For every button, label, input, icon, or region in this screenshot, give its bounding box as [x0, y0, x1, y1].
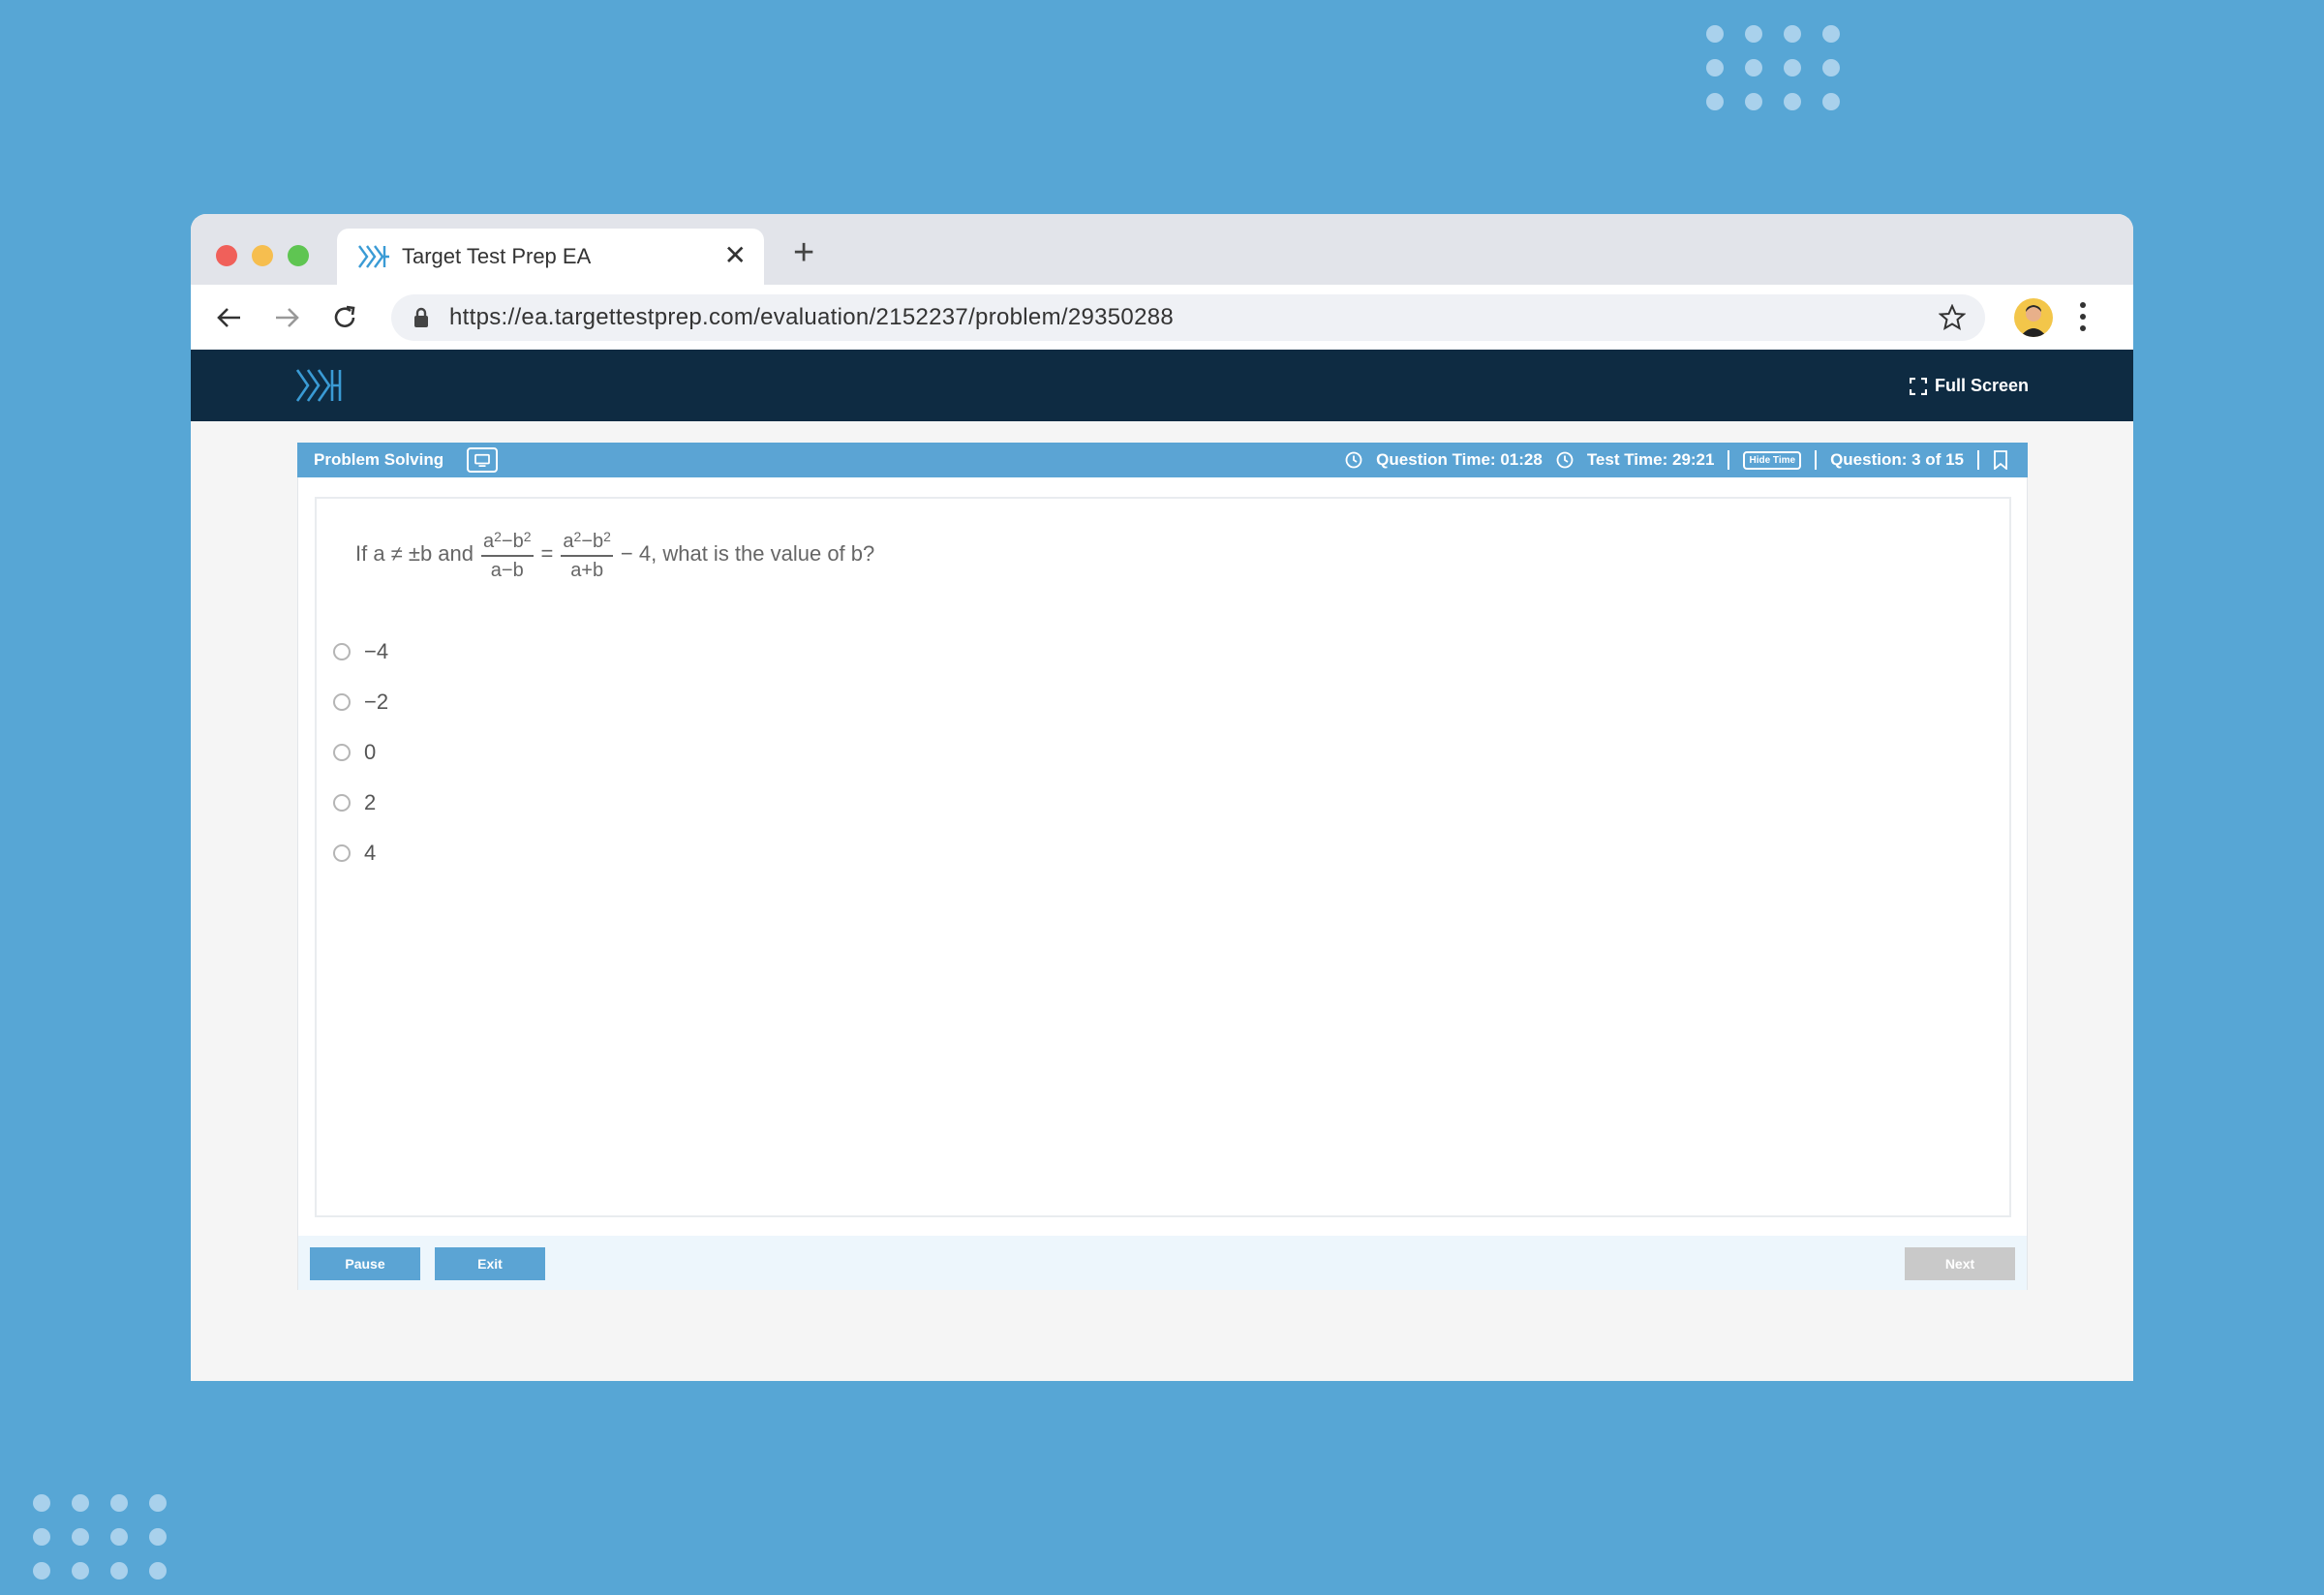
question-container: Problem Solving Question Time: 01:28 Tes… — [297, 443, 2028, 1290]
timer-group: Question Time: 01:28 Test Time: 29:21 Hi… — [1345, 443, 2008, 477]
question-time: Question Time: 01:28 — [1376, 450, 1543, 469]
frac-term: −b — [501, 531, 524, 552]
exponent: 2 — [494, 529, 502, 544]
test-time: Test Time: 29:21 — [1586, 450, 1715, 469]
question-suffix: − 4, what is the value of b? — [620, 540, 875, 566]
radio-button[interactable] — [333, 844, 351, 862]
radio-button[interactable] — [333, 794, 351, 812]
new-tab-icon[interactable]: + — [793, 233, 814, 272]
decorative-dots-top-right — [1706, 25, 1840, 110]
arrow-right-icon — [276, 308, 299, 327]
minimize-window-button[interactable] — [252, 245, 273, 266]
app-header: Full Screen — [191, 350, 2133, 421]
answer-choices: −4 −2 0 2 4 — [333, 627, 388, 878]
answer-choice[interactable]: 0 — [333, 727, 388, 778]
next-button[interactable]: Next — [1905, 1247, 2015, 1280]
divider — [1815, 450, 1818, 470]
clock-icon — [1556, 451, 1574, 469]
browser-menu-icon[interactable] — [2079, 302, 2087, 331]
answer-choice[interactable]: −2 — [333, 677, 388, 727]
expand-icon — [1909, 377, 1927, 395]
frac-term: a — [563, 531, 574, 552]
url-text: https://ea.targettestprep.com/evaluation… — [449, 304, 1175, 330]
answer-choice[interactable]: 4 — [333, 828, 388, 878]
frac-term: −b — [581, 531, 604, 552]
question-bar: Problem Solving Question Time: 01:28 Tes… — [297, 443, 2028, 477]
ttp-logo-icon — [358, 245, 389, 268]
close-window-button[interactable] — [216, 245, 237, 266]
pause-button[interactable]: Pause — [310, 1247, 420, 1280]
reload-icon — [334, 305, 355, 327]
profile-avatar[interactable] — [2014, 298, 2053, 337]
question-panel: If a ≠ ±b and a2−b2 a−b = a2−b2 a+b − 4,… — [297, 477, 2028, 1290]
bookmark-star-icon[interactable] — [1939, 304, 1966, 331]
choice-label: −4 — [364, 639, 389, 663]
frac-denominator: a−b — [490, 560, 524, 581]
frac-term: a — [483, 531, 495, 552]
divider — [1728, 450, 1730, 470]
choice-label: 0 — [364, 740, 377, 764]
tab-close-icon[interactable]: ✕ — [724, 242, 747, 269]
forward-button[interactable] — [267, 298, 306, 337]
question-footer: Pause Exit Next — [298, 1236, 2027, 1290]
clock-icon — [1345, 451, 1362, 469]
question-counter: Question: 3 of 15 — [1830, 450, 1964, 469]
browser-tab[interactable]: Target Test Prep EA ✕ — [337, 229, 764, 285]
browser-window: Target Test Prep EA ✕ + https://ea.targe… — [191, 214, 2133, 1381]
lock-icon — [414, 307, 428, 327]
decorative-dots-bottom-left — [33, 1494, 167, 1580]
browser-toolbar: https://ea.targettestprep.com/evaluation… — [191, 285, 2133, 350]
equals-sign: = — [540, 540, 554, 566]
arrow-left-icon — [217, 308, 240, 327]
exit-button[interactable]: Exit — [435, 1247, 545, 1280]
ttp-logo-icon[interactable] — [295, 367, 342, 404]
choice-label: 4 — [364, 841, 377, 865]
choice-label: −2 — [364, 690, 389, 714]
question-card: If a ≠ ±b and a2−b2 a−b = a2−b2 a+b − 4,… — [315, 497, 2011, 1217]
full-screen-label: Full Screen — [1934, 376, 2029, 395]
address-bar[interactable]: https://ea.targettestprep.com/evaluation… — [391, 294, 1985, 341]
radio-button[interactable] — [333, 643, 351, 660]
bookmark-icon[interactable] — [1993, 450, 2008, 470]
reload-button[interactable] — [325, 298, 364, 337]
question-prefix: If a ≠ ±b and — [355, 540, 474, 566]
question-type: Problem Solving — [314, 450, 444, 469]
answer-choice[interactable]: 2 — [333, 778, 388, 828]
calculator-button[interactable] — [467, 447, 499, 473]
back-button[interactable] — [210, 298, 249, 337]
tab-strip: Target Test Prep EA ✕ + — [191, 214, 2133, 285]
avatar-icon — [2020, 305, 2047, 337]
choice-label: 2 — [364, 790, 377, 814]
question-stem: If a ≠ ±b and a2−b2 a−b = a2−b2 a+b − 4,… — [355, 526, 874, 581]
exponent: 2 — [603, 529, 611, 544]
fraction-left: a2−b2 a−b — [481, 526, 534, 581]
radio-button[interactable] — [333, 744, 351, 761]
tab-title: Target Test Prep EA — [402, 244, 592, 268]
exponent: 2 — [523, 529, 532, 544]
radio-button[interactable] — [333, 693, 351, 711]
fraction-right: a2−b2 a+b — [561, 526, 613, 581]
full-screen-button[interactable]: Full Screen — [1909, 376, 2029, 396]
answer-choice[interactable]: −4 — [333, 627, 388, 677]
frac-denominator: a+b — [570, 560, 604, 581]
hide-time-button[interactable]: Hide Time — [1743, 450, 1802, 470]
maximize-window-button[interactable] — [288, 245, 309, 266]
divider — [1977, 450, 1979, 470]
monitor-icon — [474, 453, 491, 467]
